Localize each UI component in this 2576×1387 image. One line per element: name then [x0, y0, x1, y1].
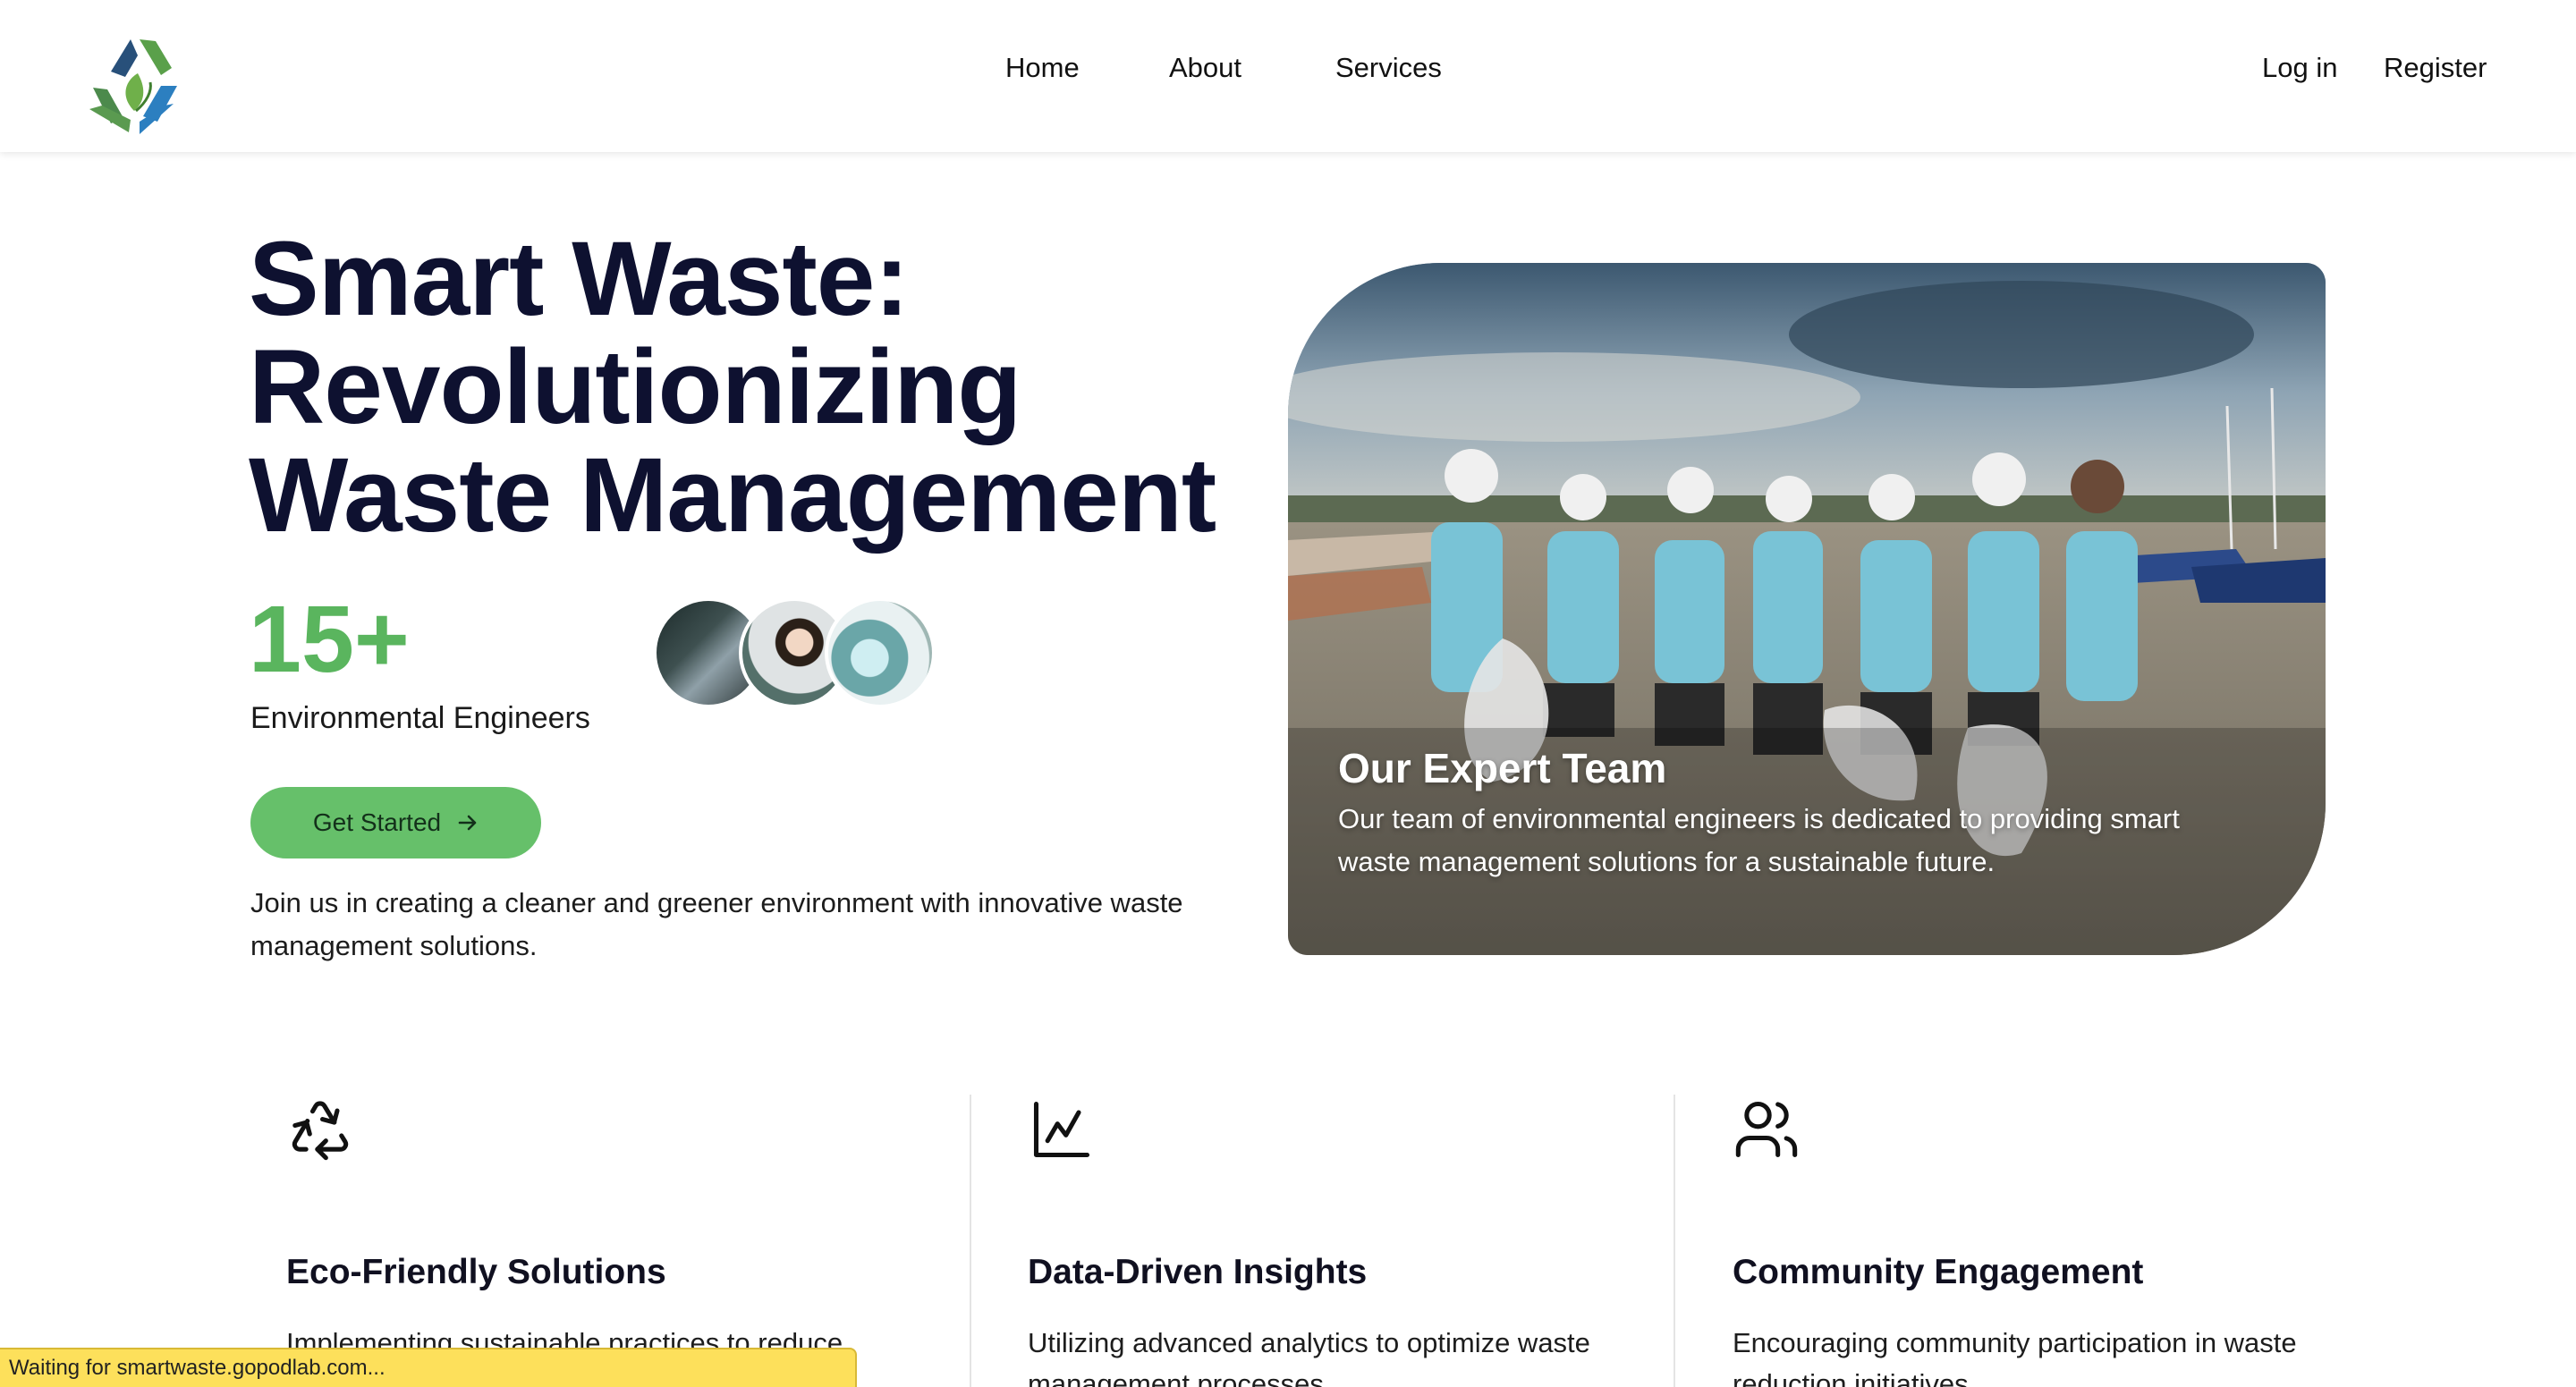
feature-title: Eco-Friendly Solutions — [286, 1253, 666, 1291]
feature-data-driven: Data-Driven Insights Utilizing advanced … — [1028, 1095, 1725, 1387]
site-header: Home About Services Log in Register — [0, 0, 2576, 152]
feature-description: Encouraging community participation in w… — [1733, 1327, 2297, 1387]
hero-description: Join us in creating a cleaner and greene… — [250, 887, 1183, 961]
feature-title: Community Engagement — [1733, 1253, 2144, 1291]
card-description: Our team of environmental engineers is d… — [1338, 803, 2180, 877]
arrow-right-icon — [458, 815, 477, 831]
get-started-label: Get Started — [312, 808, 442, 836]
page: Home About Services Log in Register Smar… — [0, 0, 2576, 1387]
nav-home-link[interactable]: Home — [1005, 52, 1080, 84]
browser-status-bar: Waiting for smartwaste.gopodlab.com... — [0, 1348, 857, 1387]
recycle-icon — [292, 1101, 349, 1161]
avatar — [825, 597, 936, 708]
nav-about-link[interactable]: About — [1169, 52, 1241, 84]
card-title: Our Expert Team — [1338, 745, 1667, 791]
login-link[interactable]: Log in — [2262, 52, 2337, 84]
engineer-count: 15+ — [249, 587, 410, 692]
engineer-count-label: Environmental Engineers — [250, 701, 590, 735]
recycle-leaf-logo-icon[interactable] — [84, 34, 186, 136]
nav-services-link[interactable]: Services — [1335, 52, 1442, 84]
get-started-button[interactable]: Get Started — [250, 787, 541, 858]
feature-description: Utilizing advanced analytics to optimize… — [1028, 1327, 1590, 1387]
expert-team-card: Our Expert Team Our team of environmenta… — [1288, 263, 2326, 955]
feature-eco-friendly: Eco-Friendly Solutions Implementing sust… — [286, 1095, 984, 1387]
hero-title: Smart Waste: Revolutionizing Waste Manag… — [249, 220, 1216, 554]
feature-community: Community Engagement Encouraging communi… — [1733, 1095, 2430, 1387]
users-icon — [1735, 1101, 1798, 1158]
register-link[interactable]: Register — [2384, 52, 2487, 84]
engineer-avatars — [653, 597, 939, 708]
feature-title: Data-Driven Insights — [1028, 1253, 1368, 1291]
line-chart-icon — [1033, 1101, 1090, 1158]
